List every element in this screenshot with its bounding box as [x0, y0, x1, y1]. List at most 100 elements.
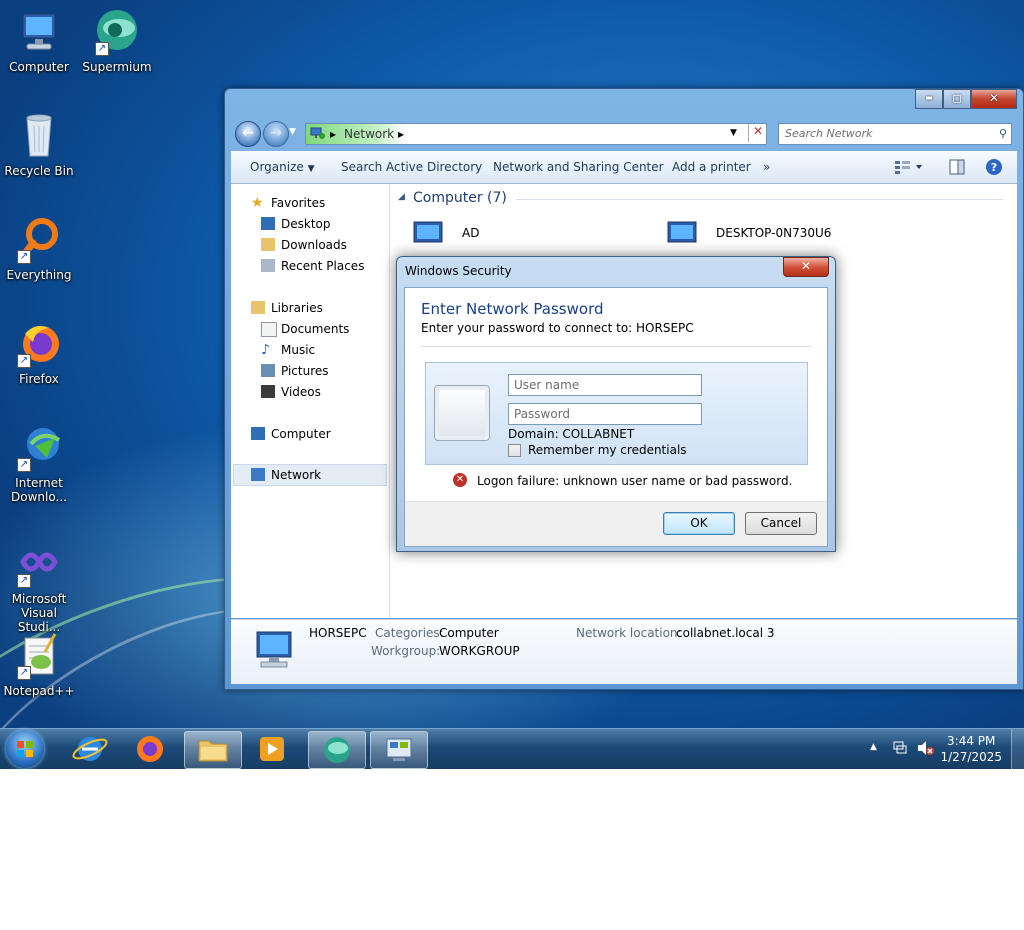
caption-buttons: ▬ ◻ ✕ — [915, 89, 1017, 109]
desktop-icon-recycle-bin[interactable]: Recycle Bin — [1, 112, 77, 178]
shortcut-arrow-icon: ↗ — [17, 458, 31, 472]
desktop-icon-notepadpp[interactable]: ↗ Notepad++ — [1, 632, 77, 698]
downloads-folder-icon — [261, 238, 275, 251]
taskbar-firefox[interactable] — [122, 731, 178, 767]
dialog-title: Windows Security — [405, 264, 512, 278]
cancel-button[interactable]: Cancel — [745, 512, 817, 535]
details-categories-value: Computer — [439, 626, 499, 640]
desktop-icon-label: Internet Downlo... — [11, 476, 67, 504]
recent-pages-dropdown[interactable]: ▼ — [289, 127, 296, 137]
password-field[interactable]: Password — [508, 403, 702, 425]
address-bar[interactable]: ▸ Network ▸ ▼ ✕ — [305, 123, 767, 145]
error-message: Logon failure: unknown user name or bad … — [477, 474, 793, 488]
windows-security-dialog: Windows Security ✕ Enter Network Passwor… — [396, 256, 836, 552]
dialog-subheading: Enter your password to connect to: HORSE… — [421, 321, 694, 335]
navigation-pane: ★ Favorites Desktop Downloads Recent Plac… — [231, 184, 390, 618]
view-options-icon[interactable] — [894, 160, 924, 177]
windows-logo-icon — [17, 741, 33, 757]
internet-explorer-icon — [72, 737, 108, 761]
pictures-icon — [261, 364, 275, 377]
firefox-icon — [137, 736, 163, 762]
breadcrumb-arrow[interactable]: ▸ — [330, 127, 336, 141]
taskbar-media-player[interactable] — [244, 731, 300, 767]
desktop-icon — [261, 217, 275, 230]
details-name: HORSEPC — [309, 626, 367, 640]
show-hidden-icons-button[interactable]: ▲ — [870, 742, 877, 752]
details-location-value: collabnet.local 3 — [676, 626, 775, 640]
computer-icon — [251, 427, 265, 440]
shortcut-arrow-icon: ↗ — [17, 250, 31, 264]
supermium-icon — [324, 737, 350, 763]
volume-muted-icon[interactable] — [916, 740, 934, 759]
desktop-icon-label: Supermium — [82, 60, 152, 74]
details-workgroup-value: WORKGROUP — [439, 644, 520, 658]
documents-icon — [261, 322, 277, 337]
address-dropdown-icon[interactable]: ▼ — [730, 128, 737, 138]
desktop-icon-label: Computer — [9, 60, 69, 74]
breadcrumb-arrow[interactable]: ▸ — [398, 127, 404, 141]
taskbar-explorer[interactable] — [184, 731, 242, 769]
user-tile-icon — [434, 385, 490, 441]
close-button[interactable]: ✕ — [971, 89, 1017, 109]
supermium-icon: ↗ — [93, 8, 141, 56]
taskbar-internet-explorer[interactable] — [62, 731, 118, 767]
folder-icon — [198, 740, 228, 762]
firefox-icon: ↗ — [15, 320, 63, 368]
search-active-directory-button[interactable]: Search Active Directory — [341, 160, 482, 174]
internet-download-manager-icon: ↗ — [15, 424, 63, 472]
search-icon: ⚲ — [998, 127, 1007, 140]
action-center-icon[interactable] — [892, 740, 908, 759]
desktop-icon-label: Everything — [6, 268, 72, 282]
system-clock[interactable]: 3:44 PM 1/27/2025 — [940, 733, 1002, 765]
ok-button[interactable]: OK — [663, 512, 735, 535]
computer-item-desktop[interactable]: DESKTOP-0N730U6 — [664, 220, 904, 250]
refresh-stop-icon[interactable]: ✕ — [748, 124, 767, 142]
star-icon: ★ — [251, 195, 264, 211]
password-input[interactable]: Password — [514, 407, 570, 421]
dialog-close-button[interactable]: ✕ — [783, 257, 829, 277]
desktop-icon-idm[interactable]: ↗ Internet Downlo... — [1, 424, 77, 504]
preview-pane-icon[interactable] — [949, 159, 965, 178]
computer-icon — [15, 8, 63, 56]
remember-credentials-checkbox[interactable] — [508, 444, 521, 457]
search-input[interactable]: Search Network — [785, 127, 872, 140]
dialog-separator — [421, 346, 811, 347]
details-location-label: Network location: — [576, 626, 682, 640]
media-player-icon — [260, 737, 284, 761]
username-input[interactable]: User name — [514, 378, 579, 392]
shortcut-arrow-icon: ↗ — [95, 42, 109, 56]
forward-button[interactable]: → — [263, 121, 289, 147]
maximize-button[interactable]: ◻ — [943, 89, 971, 109]
back-button[interactable]: ← — [235, 121, 261, 147]
help-icon[interactable]: ? — [985, 158, 1003, 179]
breadcrumb-network[interactable]: Network — [344, 127, 394, 141]
desktop-icon-supermium[interactable]: ↗ Supermium — [79, 8, 155, 74]
notepad-plus-plus-icon: ↗ — [15, 632, 63, 680]
computer-item-ad[interactable]: AD — [410, 220, 610, 250]
show-desktop-button[interactable] — [1011, 729, 1024, 769]
error-icon: ✕ — [453, 473, 467, 487]
computer-icon — [667, 221, 697, 243]
group-header-label: Computer (7) — [413, 190, 507, 206]
taskbar-control-panel[interactable] — [370, 731, 428, 769]
collapse-icon[interactable]: ◢ — [398, 192, 405, 202]
desktop-icon-computer[interactable]: Computer — [1, 8, 77, 74]
network-location-icon — [310, 126, 326, 143]
desktop-icon-firefox[interactable]: ↗ Firefox — [1, 320, 77, 386]
desktop-icon-everything[interactable]: ↗ Everything — [1, 216, 77, 282]
network-sharing-center-button[interactable]: Network and Sharing Center — [493, 160, 664, 174]
organize-button[interactable]: Organize ▼ — [250, 160, 315, 174]
search-box[interactable]: Search Network ⚲ — [778, 123, 1012, 145]
desktop-icon-visual-studio[interactable]: ↗ Microsoft Visual Studi... — [1, 540, 77, 634]
visual-studio-icon: ↗ — [15, 540, 63, 588]
group-header-computer[interactable]: ◢ Computer (7) — [398, 190, 1003, 208]
taskbar-supermium[interactable] — [308, 731, 366, 769]
more-commands-button[interactable]: » — [763, 160, 770, 174]
remember-credentials-label[interactable]: Remember my credentials — [528, 443, 687, 457]
add-printer-button[interactable]: Add a printer — [672, 160, 751, 174]
computer-name: AD — [462, 226, 480, 240]
details-workgroup-label: Workgroup: — [371, 644, 441, 658]
start-button[interactable] — [6, 730, 44, 768]
minimize-button[interactable]: ▬ — [915, 89, 943, 109]
username-field[interactable]: User name — [508, 374, 702, 396]
